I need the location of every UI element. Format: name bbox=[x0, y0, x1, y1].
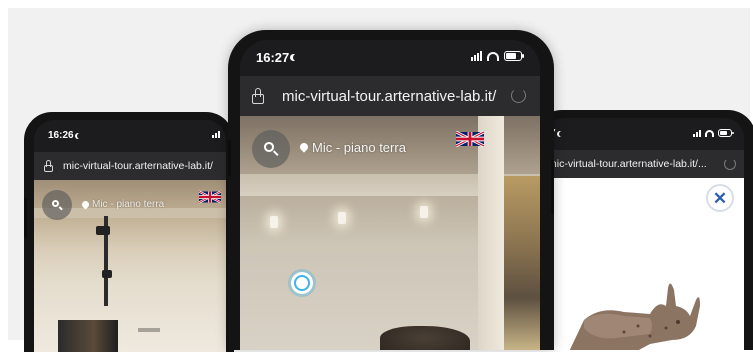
spotlight bbox=[96, 226, 110, 235]
virtual-tour-view[interactable]: Mic - piano terra bbox=[240, 116, 540, 350]
battery-icon bbox=[718, 129, 734, 137]
side-button bbox=[228, 140, 231, 176]
search-button[interactable] bbox=[252, 130, 290, 168]
address-bar[interactable]: mic-virtual-tour.arternative-lab.it/... bbox=[544, 150, 744, 178]
terracotta-bull-figurine bbox=[569, 283, 700, 350]
signal-icon bbox=[212, 131, 220, 138]
close-icon: ✕ bbox=[712, 188, 728, 208]
artifact-viewer[interactable]: ✕ bbox=[544, 178, 744, 350]
status-icons bbox=[693, 129, 734, 137]
artwork-panel bbox=[504, 176, 540, 350]
ceiling-light bbox=[270, 216, 278, 228]
side-button bbox=[24, 198, 27, 238]
location-label: Mic - piano terra bbox=[312, 140, 406, 155]
location-label: Mic - piano terra bbox=[92, 199, 165, 210]
signal-icon bbox=[693, 129, 701, 137]
signal-icon bbox=[471, 51, 482, 61]
artwork bbox=[58, 320, 118, 352]
battery-icon bbox=[504, 51, 524, 61]
location-pin-icon bbox=[298, 141, 310, 153]
moon-icon bbox=[293, 54, 300, 61]
phone-left: 16:26 mic-virtual-tour.arternative-lab.i… bbox=[24, 112, 234, 352]
reload-icon[interactable] bbox=[724, 158, 736, 170]
exhibit-object bbox=[380, 326, 470, 350]
moon-icon bbox=[77, 133, 83, 139]
status-time: 16:27 bbox=[256, 50, 290, 65]
virtual-tour-view[interactable]: Mic - piano terra bbox=[34, 180, 226, 352]
reload-icon[interactable] bbox=[511, 88, 526, 103]
phone-center-screen: 16:27 mic-virtual-tour.arternative-lab.i… bbox=[240, 40, 540, 350]
wall-sign bbox=[138, 328, 160, 332]
ceiling-light bbox=[338, 212, 346, 224]
lock-icon bbox=[252, 88, 264, 104]
phone-center: 16:27 mic-virtual-tour.arternative-lab.i… bbox=[228, 30, 554, 350]
spotlight bbox=[102, 270, 112, 278]
status-bar: 16:27 bbox=[256, 50, 300, 65]
close-button[interactable]: ✕ bbox=[706, 184, 734, 212]
status-icons bbox=[471, 51, 524, 61]
phone-right-screen: 7 mic-virtual-tour.arternative-lab.it/..… bbox=[544, 118, 744, 350]
search-button[interactable] bbox=[42, 190, 72, 220]
search-icon bbox=[264, 142, 278, 156]
uk-flag-icon[interactable] bbox=[456, 130, 484, 148]
moon-icon bbox=[559, 131, 565, 137]
ceiling-light bbox=[420, 206, 428, 218]
url-text: mic-virtual-tour.arternative-lab.it/... bbox=[548, 158, 707, 170]
phone-right: 7 mic-virtual-tour.arternative-lab.it/..… bbox=[534, 110, 753, 350]
phone-left-screen: 16:26 mic-virtual-tour.arternative-lab.i… bbox=[34, 120, 226, 352]
uk-flag-icon[interactable] bbox=[199, 190, 221, 204]
status-bar: 16:26 bbox=[48, 130, 83, 141]
address-bar[interactable]: mic-virtual-tour.arternative-lab.it/ bbox=[240, 76, 540, 116]
wall-column bbox=[478, 116, 504, 350]
address-bar[interactable]: mic-virtual-tour.arternative-lab.it/ bbox=[34, 152, 226, 180]
wifi-icon bbox=[705, 129, 714, 137]
url-text: mic-virtual-tour.arternative-lab.it/ bbox=[63, 160, 213, 172]
status-time: 16:26 bbox=[48, 130, 74, 141]
wifi-icon bbox=[487, 51, 499, 61]
hotspot-icon[interactable] bbox=[291, 272, 313, 294]
lock-icon bbox=[44, 160, 53, 172]
search-icon bbox=[51, 199, 63, 211]
url-text: mic-virtual-tour.arternative-lab.it/ bbox=[282, 87, 497, 105]
side-button bbox=[551, 160, 554, 214]
